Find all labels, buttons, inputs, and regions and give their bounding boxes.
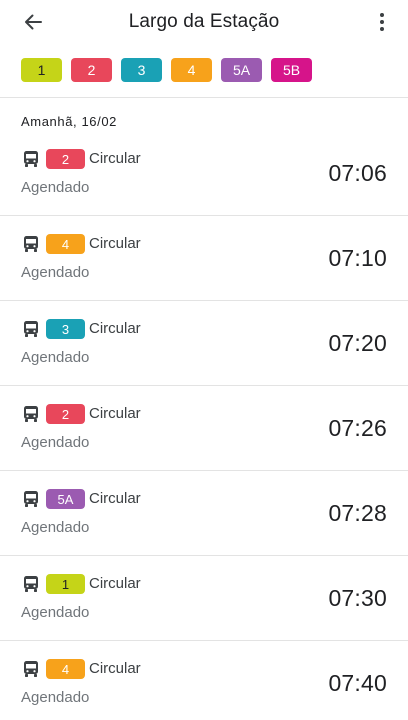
destination: Circular: [89, 405, 141, 422]
line-chip-label: 3: [137, 62, 146, 78]
destination: Circular: [89, 320, 141, 337]
more-options-button[interactable]: [376, 9, 388, 35]
line-number: 2: [61, 406, 70, 422]
line-chip-4[interactable]: 4: [171, 58, 212, 82]
status: Agendado: [21, 179, 90, 196]
departure-time: 07:06: [328, 160, 387, 186]
status: Agendado: [21, 519, 90, 536]
line-badge: 4: [46, 659, 85, 679]
line-chip-label: 1: [37, 62, 46, 78]
bus-icon: [24, 661, 38, 677]
line-chip-label: 2: [87, 62, 96, 78]
bus-icon: [24, 406, 38, 422]
divider: [0, 97, 408, 98]
bus-icon: [24, 236, 38, 252]
line-number: 2: [61, 151, 70, 167]
line-badge: 3: [46, 319, 85, 339]
departure-time: 07:26: [328, 415, 387, 441]
departure-time: 07:30: [328, 585, 387, 611]
line-chip-label: 5A: [232, 62, 251, 78]
line-chip-3[interactable]: 3: [121, 58, 162, 82]
page-title: Largo da Estação: [128, 11, 280, 32]
bus-icon: [24, 576, 38, 592]
departure-row[interactable]: 3 Circular Agendado 07:20: [0, 301, 408, 386]
line-badge: 1: [46, 574, 85, 594]
destination: Circular: [89, 150, 141, 167]
line-badge: 5A: [46, 489, 85, 509]
destination: Circular: [89, 235, 141, 252]
line-chip-label: 5B: [282, 62, 301, 78]
line-chip-1[interactable]: 1: [21, 58, 62, 82]
departure-row[interactable]: 2 Circular Agendado 07:26: [0, 386, 408, 471]
departure-row[interactable]: 5A Circular Agendado 07:28: [0, 471, 408, 556]
status: Agendado: [21, 604, 90, 621]
destination: Circular: [89, 660, 141, 677]
status: Agendado: [21, 264, 90, 281]
line-number: 1: [61, 576, 70, 592]
line-badge: 2: [46, 404, 85, 424]
line-number: 3: [61, 321, 70, 337]
departure-time: 07:40: [328, 670, 387, 696]
destination: Circular: [89, 575, 141, 592]
status: Agendado: [21, 349, 90, 366]
status: Agendado: [21, 434, 90, 451]
bus-icon: [24, 491, 38, 507]
line-number: 4: [61, 661, 70, 677]
line-number: 4: [61, 236, 70, 252]
bus-icon: [24, 321, 38, 337]
departure-row[interactable]: 2 Circular Agendado 07:06: [0, 131, 408, 216]
date-header: Amanhã, 16/02: [21, 114, 117, 129]
line-badge: 2: [46, 149, 85, 169]
bus-icon: [24, 151, 38, 167]
departure-time: 07:28: [328, 500, 387, 526]
departure-row[interactable]: 4 Circular Agendado 07:40: [0, 641, 408, 720]
more-vert-icon: [380, 13, 384, 31]
line-number: 5A: [57, 491, 74, 507]
line-chip-2[interactable]: 2: [71, 58, 112, 82]
line-badge: 4: [46, 234, 85, 254]
line-chip-5a[interactable]: 5A: [221, 58, 262, 82]
departure-time: 07:20: [328, 330, 387, 356]
departure-time: 07:10: [328, 245, 387, 271]
departure-row[interactable]: 4 Circular Agendado 07:10: [0, 216, 408, 301]
departure-list: 2 Circular Agendado 07:06 4 Circular Age…: [0, 131, 408, 720]
app-bar: Largo da Estação: [0, 0, 408, 44]
line-filter-chips: 1 2 3 4 5A 5B: [21, 58, 312, 82]
departure-row[interactable]: 1 Circular Agendado 07:30: [0, 556, 408, 641]
line-chip-5b[interactable]: 5B: [271, 58, 312, 82]
destination: Circular: [89, 490, 141, 507]
line-chip-label: 4: [187, 62, 196, 78]
status: Agendado: [21, 689, 90, 706]
